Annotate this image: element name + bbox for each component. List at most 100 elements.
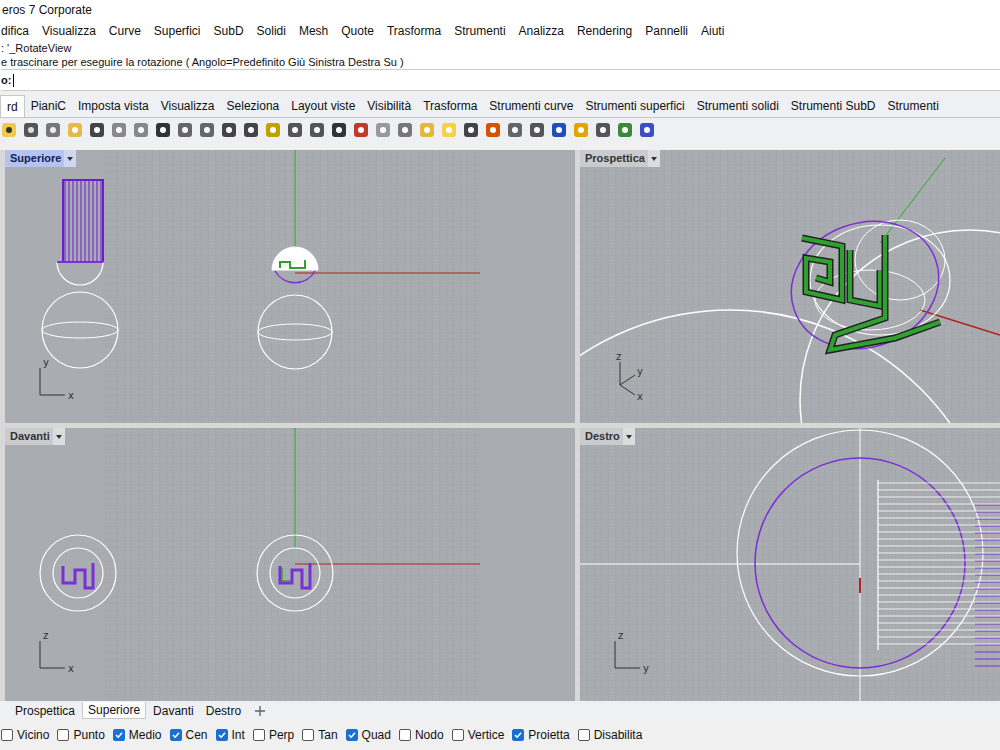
menu-item[interactable]: Visualizza bbox=[42, 24, 96, 38]
osnap-checkbox[interactable]: Tan bbox=[302, 728, 337, 742]
tool-icon[interactable] bbox=[462, 121, 480, 139]
toolbar-tab[interactable]: Trasforma bbox=[417, 95, 483, 117]
viewport-title[interactable]: Davanti bbox=[5, 428, 65, 445]
menu-item[interactable]: Analizza bbox=[519, 24, 564, 38]
osnap-checkbox[interactable]: Quad bbox=[346, 728, 391, 742]
toolbar-tab[interactable]: PianiC bbox=[25, 95, 72, 117]
tool-icon[interactable] bbox=[528, 121, 546, 139]
checkbox-icon[interactable] bbox=[57, 729, 69, 741]
add-tab-icon[interactable] bbox=[254, 705, 266, 717]
dropdown-arrow-icon[interactable] bbox=[64, 150, 76, 167]
osnap-checkbox[interactable]: Cen bbox=[170, 728, 208, 742]
toolbar-tab[interactable]: Strumenti SubD bbox=[785, 95, 882, 117]
menu-item[interactable]: Quote bbox=[341, 24, 374, 38]
checkbox-icon[interactable] bbox=[216, 729, 228, 741]
osnap-checkbox[interactable]: Vicino bbox=[1, 728, 49, 742]
osnap-checkbox[interactable]: Vertice bbox=[452, 728, 505, 742]
toolbar-tab[interactable]: Visualizza bbox=[155, 95, 221, 117]
viewport[interactable]: zy Destro bbox=[580, 428, 1000, 701]
menu-item[interactable]: difica bbox=[1, 24, 29, 38]
osnap-checkbox[interactable]: Medio bbox=[113, 728, 162, 742]
viewport-canvas[interactable]: zx bbox=[5, 428, 575, 701]
tool-icon[interactable] bbox=[132, 121, 150, 139]
tool-icon[interactable] bbox=[330, 121, 348, 139]
checkbox-icon[interactable] bbox=[578, 729, 590, 741]
viewport-title[interactable]: Prospettica bbox=[580, 150, 660, 167]
menu-item[interactable]: Strumenti bbox=[454, 24, 505, 38]
dropdown-arrow-icon[interactable] bbox=[53, 428, 65, 445]
tool-icon[interactable] bbox=[352, 121, 370, 139]
viewport-canvas[interactable]: yx bbox=[5, 150, 575, 423]
toolbar-tab[interactable]: Strumenti curve bbox=[483, 95, 579, 117]
command-input[interactable] bbox=[13, 72, 1000, 88]
viewport[interactable]: yx Superiore bbox=[5, 150, 575, 423]
viewport-tab[interactable]: Davanti bbox=[148, 703, 199, 719]
dropdown-arrow-icon[interactable] bbox=[648, 150, 660, 167]
tool-icon[interactable] bbox=[22, 121, 40, 139]
osnap-checkbox[interactable]: Int bbox=[216, 728, 245, 742]
tool-icon[interactable] bbox=[572, 121, 590, 139]
tool-icon[interactable] bbox=[242, 121, 260, 139]
menu-item[interactable]: SubD bbox=[214, 24, 244, 38]
viewport-title[interactable]: Superiore bbox=[5, 150, 76, 167]
tool-icon[interactable] bbox=[0, 121, 18, 139]
toolbar-tab[interactable]: Strumenti solidi bbox=[691, 95, 785, 117]
tool-icon[interactable] bbox=[594, 121, 612, 139]
tool-icon[interactable] bbox=[176, 121, 194, 139]
checkbox-icon[interactable] bbox=[399, 729, 411, 741]
menu-item[interactable]: Trasforma bbox=[387, 24, 441, 38]
tool-icon[interactable] bbox=[154, 121, 172, 139]
tool-icon[interactable] bbox=[374, 121, 392, 139]
osnap-checkbox[interactable]: Proietta bbox=[512, 728, 569, 742]
checkbox-icon[interactable] bbox=[452, 729, 464, 741]
tool-icon[interactable] bbox=[396, 121, 414, 139]
osnap-checkbox[interactable]: Punto bbox=[57, 728, 104, 742]
tool-icon[interactable] bbox=[198, 121, 216, 139]
tool-icon[interactable] bbox=[220, 121, 238, 139]
checkbox-icon[interactable] bbox=[512, 729, 524, 741]
viewport[interactable]: zx Davanti bbox=[5, 428, 575, 701]
menu-item[interactable]: Solidi bbox=[257, 24, 286, 38]
tool-icon[interactable] bbox=[286, 121, 304, 139]
tool-icon[interactable] bbox=[66, 121, 84, 139]
dropdown-arrow-icon[interactable] bbox=[623, 428, 635, 445]
viewport-tab[interactable]: Prospettica bbox=[10, 703, 80, 719]
menu-item[interactable]: Aiuti bbox=[701, 24, 724, 38]
menu-item[interactable]: Pannelli bbox=[645, 24, 688, 38]
viewport-canvas[interactable]: zy bbox=[580, 428, 1000, 701]
viewport-tab[interactable]: Superiore bbox=[82, 702, 146, 719]
toolbar-tab[interactable]: Layout viste bbox=[285, 95, 361, 117]
checkbox-icon[interactable] bbox=[302, 729, 314, 741]
viewport[interactable]: zyx Prospettica bbox=[580, 150, 1000, 423]
checkbox-icon[interactable] bbox=[253, 729, 265, 741]
menu-item[interactable]: Curve bbox=[109, 24, 141, 38]
checkbox-icon[interactable] bbox=[1, 729, 13, 741]
checkbox-icon[interactable] bbox=[346, 729, 358, 741]
toolbar-tab[interactable]: Strumenti bbox=[882, 95, 945, 117]
toolbar-tab[interactable]: Strumenti superfici bbox=[579, 95, 690, 117]
toolbar-tab[interactable]: rd bbox=[0, 95, 25, 117]
osnap-checkbox[interactable]: Disabilita bbox=[578, 728, 643, 742]
tool-icon[interactable] bbox=[88, 121, 106, 139]
tool-icon[interactable] bbox=[484, 121, 502, 139]
tool-icon[interactable] bbox=[440, 121, 458, 139]
menu-item[interactable]: Superfici bbox=[154, 24, 201, 38]
viewport-tab[interactable]: Destro bbox=[201, 703, 246, 719]
checkbox-icon[interactable] bbox=[170, 729, 182, 741]
checkbox-icon[interactable] bbox=[113, 729, 125, 741]
tool-icon[interactable] bbox=[638, 121, 656, 139]
toolbar-tab[interactable]: Seleziona bbox=[221, 95, 286, 117]
viewport-canvas[interactable]: zyx bbox=[580, 150, 1000, 423]
menu-item[interactable]: Rendering bbox=[577, 24, 632, 38]
tool-icon[interactable] bbox=[506, 121, 524, 139]
tool-icon[interactable] bbox=[308, 121, 326, 139]
viewport-title[interactable]: Destro bbox=[580, 428, 635, 445]
tool-icon[interactable] bbox=[44, 121, 62, 139]
tool-icon[interactable] bbox=[110, 121, 128, 139]
tool-icon[interactable] bbox=[616, 121, 634, 139]
tool-icon[interactable] bbox=[264, 121, 282, 139]
tool-icon[interactable] bbox=[418, 121, 436, 139]
toolbar-tab[interactable]: Visibilità bbox=[361, 95, 417, 117]
menu-item[interactable]: Mesh bbox=[299, 24, 328, 38]
toolbar-tab[interactable]: Imposta vista bbox=[72, 95, 155, 117]
